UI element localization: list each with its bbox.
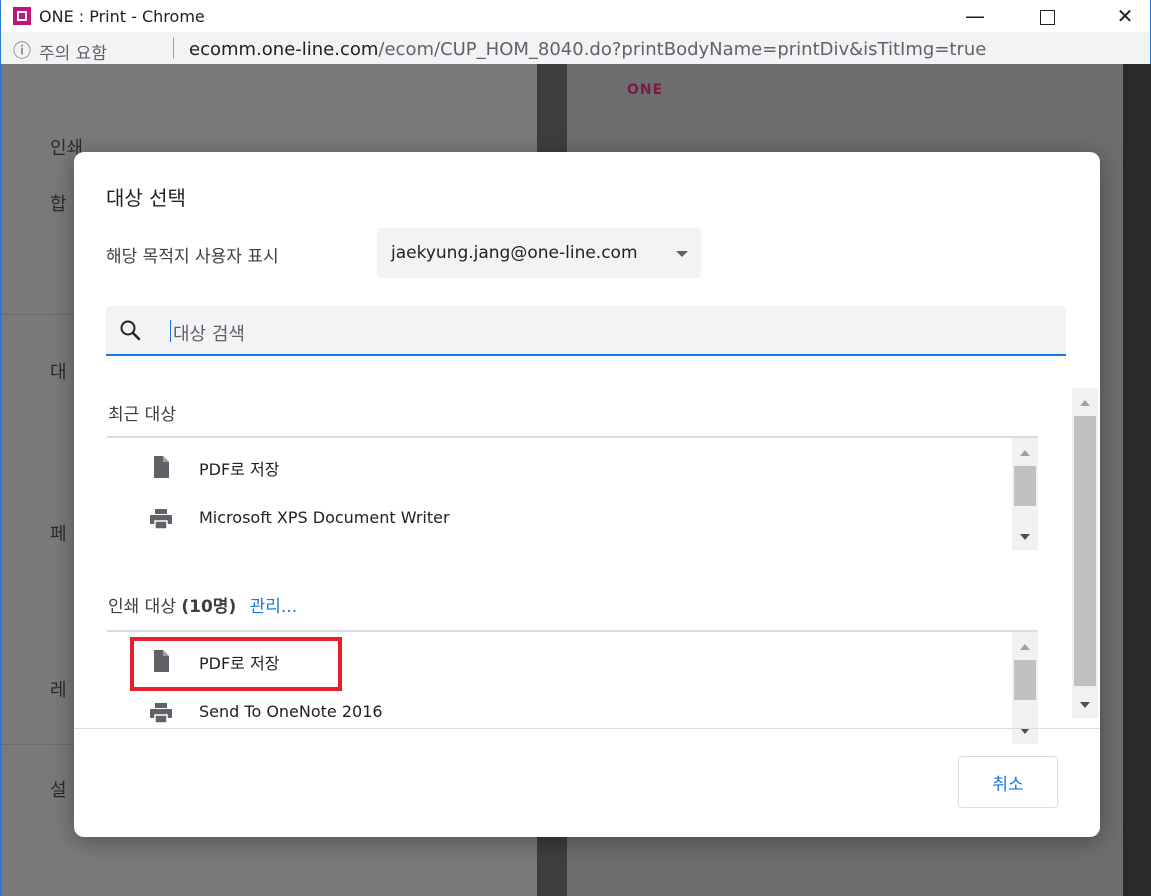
- destination-label: PDF로 저장: [199, 460, 280, 479]
- preview-logo: ONE: [627, 82, 664, 98]
- settings-label-4: 레: [50, 680, 67, 701]
- title-row: ONE : Print - Chrome — ✕: [1, 0, 1150, 32]
- file-icon: [154, 456, 169, 478]
- address-divider: [173, 37, 174, 59]
- destination-user-label: 해당 목적지 사용자 표시: [106, 247, 279, 267]
- footer-divider: [74, 728, 1100, 729]
- scroll-down-icon[interactable]: [1080, 702, 1090, 708]
- scroll-up-icon[interactable]: [1080, 400, 1090, 406]
- destination-label: Send To OneNote 2016: [199, 702, 383, 721]
- search-placeholder: 대상 검색: [173, 324, 245, 345]
- search-input[interactable]: 대상 검색: [106, 306, 1066, 356]
- info-icon[interactable]: ⓘ: [13, 37, 31, 63]
- recent-destinations-list[interactable]: PDF로 저장 Microsoft XPS Document Writer: [107, 436, 1038, 552]
- app-icon: [13, 7, 31, 25]
- maximize-icon: [1039, 10, 1055, 25]
- printers-title: 인쇄 대상: [108, 597, 176, 617]
- browser-window-titlebar: ONE : Print - Chrome — ✕ ⓘ 주의 요함 ecomm.o…: [0, 0, 1151, 64]
- account-value: jaekyung.jang@one-line.com: [391, 243, 638, 263]
- highlight-box: [130, 637, 342, 691]
- dialog-title: 대상 선택: [106, 186, 186, 210]
- scrollbar-thumb[interactable]: [1014, 466, 1036, 506]
- chevron-down-icon: [676, 251, 688, 257]
- recent-list-scrollbar[interactable]: [1012, 438, 1038, 550]
- printer-icon: [150, 509, 172, 530]
- scrollbar-thumb[interactable]: [1014, 660, 1036, 700]
- manage-printers-link[interactable]: 관리...: [250, 597, 298, 617]
- scroll-up-icon[interactable]: [1020, 450, 1030, 456]
- list-item[interactable]: PDF로 저장: [107, 442, 1007, 492]
- cancel-button[interactable]: 취소: [958, 756, 1058, 808]
- search-icon: [120, 320, 141, 341]
- url-path: /ecom/CUP_HOM_8040.do?printBodyName=prin…: [378, 39, 987, 60]
- scroll-up-icon[interactable]: [1020, 644, 1030, 650]
- scrollbar-thumb[interactable]: [1074, 416, 1096, 686]
- close-button[interactable]: ✕: [1101, 0, 1149, 32]
- settings-label-5: 설: [50, 780, 67, 801]
- scroll-down-icon[interactable]: [1020, 534, 1030, 540]
- settings-label-1: 합: [50, 194, 67, 215]
- recent-destinations-title: 최근 대상: [108, 405, 176, 425]
- printers-count: (10명): [181, 597, 237, 617]
- account-select[interactable]: jaekyung.jang@one-line.com: [377, 228, 701, 278]
- url-text[interactable]: ecomm.one-line.com/ecom/CUP_HOM_8040.do?…: [189, 39, 986, 60]
- destination-label: Microsoft XPS Document Writer: [199, 508, 450, 527]
- printers-section-title: 인쇄 대상 (10명) 관리...: [108, 592, 297, 617]
- settings-label-3: 페: [50, 524, 67, 545]
- printer-icon: [150, 703, 172, 724]
- preview-edge: [1123, 64, 1151, 896]
- url-host: ecomm.one-line.com: [189, 39, 379, 60]
- address-bar[interactable]: ⓘ 주의 요함 ecomm.one-line.com/ecom/CUP_HOM_…: [1, 32, 1150, 64]
- list-item[interactable]: Send To OneNote 2016: [107, 688, 1007, 738]
- text-cursor: [170, 320, 171, 342]
- settings-label-2: 대: [50, 362, 67, 383]
- maximize-button[interactable]: [1023, 0, 1071, 32]
- minimize-button[interactable]: —: [951, 0, 999, 32]
- dialog-scrollbar[interactable]: [1072, 388, 1098, 718]
- select-destination-dialog: 대상 선택 해당 목적지 사용자 표시 jaekyung.jang@one-li…: [74, 152, 1100, 837]
- window-title: ONE : Print - Chrome: [39, 7, 205, 26]
- list-item[interactable]: Microsoft XPS Document Writer: [107, 494, 1007, 544]
- security-warning[interactable]: 주의 요함: [39, 39, 107, 64]
